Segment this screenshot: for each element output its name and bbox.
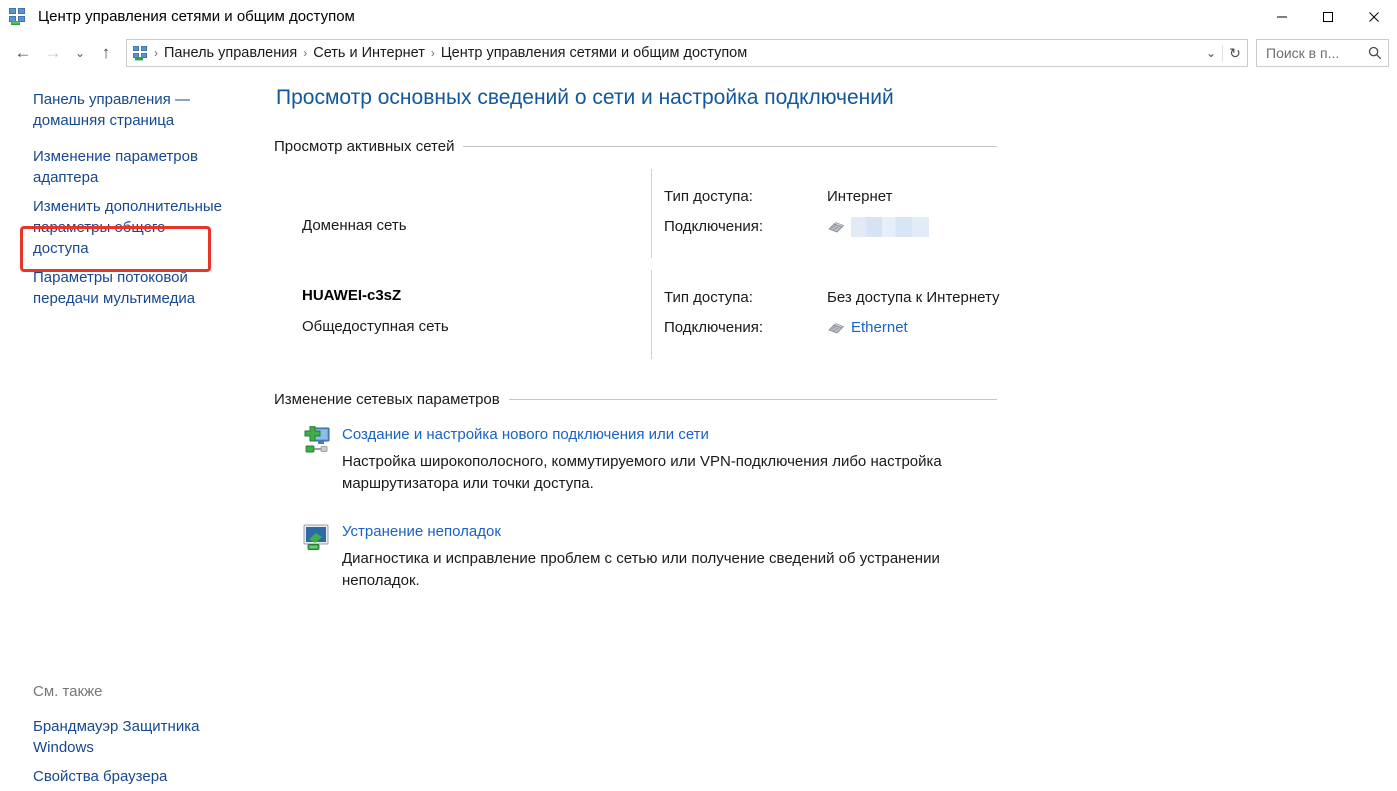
troubleshoot-description: Диагностика и исправление проблем с сеть… <box>342 548 1002 592</box>
network-sharing-icon <box>7 6 29 28</box>
sidebar: Панель управления — домашняя страница Из… <box>0 73 274 726</box>
see-also-section: См. также Брандмауэр Защитника Windows С… <box>33 681 243 791</box>
new-connection-link[interactable]: Создание и настройка нового подключения … <box>342 426 709 443</box>
search-icon <box>1362 46 1388 60</box>
content-area: Панель управления — домашняя страница Из… <box>0 73 1397 726</box>
breadcrumb[interactable]: › Панель управления › Сеть и Интернет › … <box>126 39 1248 67</box>
address-bar: ← → ⌄ ↑ › Панель управления › Сеть и Инт… <box>0 33 1397 73</box>
title-bar: Центр управления сетями и общим доступом <box>0 0 1397 33</box>
network-name-redacted <box>302 185 651 205</box>
network-row: HUAWEI-c3sZ Общедоступная сеть Тип досту… <box>274 266 1397 367</box>
ethernet-icon <box>827 321 845 335</box>
connections-row: Подключения: <box>664 215 1397 239</box>
window-controls <box>1259 0 1397 33</box>
breadcrumb-separator: › <box>428 46 438 60</box>
page-title: Просмотр основных сведений о сети и наст… <box>276 85 1397 111</box>
ethernet-icon <box>827 220 845 234</box>
up-button[interactable]: ↑ <box>92 36 120 70</box>
breadcrumb-item-control-panel[interactable]: Панель управления <box>161 45 300 61</box>
sidebar-item-internet-options[interactable]: Свойства браузера <box>33 762 243 791</box>
settings-item-text: Устранение неполадок Диагностика и испра… <box>342 521 1002 592</box>
access-type-row: Тип доступа: Без доступа к Интернету <box>664 286 1397 310</box>
network-name: HUAWEI-c3sZ <box>302 286 651 306</box>
sidebar-item-windows-defender-firewall[interactable]: Брандмауэр Защитника Windows <box>33 712 243 762</box>
troubleshoot-link[interactable]: Устранение неполадок <box>342 523 501 540</box>
see-also-label: См. также <box>33 681 243 712</box>
search-input[interactable] <box>1257 44 1362 62</box>
settings-item-troubleshoot[interactable]: Устранение неполадок Диагностика и испра… <box>274 521 1397 592</box>
refresh-icon[interactable]: ↻ <box>1222 45 1247 62</box>
connections-value: Ethernet <box>827 317 908 339</box>
access-type-label: Тип доступа: <box>664 186 827 208</box>
close-button[interactable] <box>1351 0 1397 33</box>
new-connection-icon <box>300 425 332 457</box>
breadcrumb-separator: › <box>300 46 310 60</box>
settings-item-new-connection[interactable]: Создание и настройка нового подключения … <box>274 424 1397 495</box>
window-title: Центр управления сетями и общим доступом <box>38 8 355 25</box>
recent-locations-button[interactable]: ⌄ <box>68 36 92 70</box>
connections-row: Подключения: Ethernet <box>664 316 1397 340</box>
access-type-label: Тип доступа: <box>664 287 827 309</box>
active-networks-header: Просмотр активных сетей <box>274 138 997 155</box>
new-connection-description: Настройка широкополосного, коммутируемог… <box>342 451 1002 495</box>
breadcrumb-item-network-sharing-center[interactable]: Центр управления сетями и общим доступом <box>438 45 750 61</box>
access-type-value: Интернет <box>827 186 892 208</box>
change-settings-label: Изменение сетевых параметров <box>274 391 509 408</box>
back-button[interactable]: ← <box>8 36 38 70</box>
section-divider <box>509 399 997 400</box>
access-type-value: Без доступа к Интернету <box>827 287 1000 309</box>
settings-item-text: Создание и настройка нового подключения … <box>342 424 1002 495</box>
breadcrumb-item-network-internet[interactable]: Сеть и Интернет <box>310 45 428 61</box>
breadcrumb-network-icon <box>132 45 149 62</box>
connection-link-ethernet[interactable]: Ethernet <box>851 317 908 339</box>
network-row: Доменная сеть Тип доступа: Интернет Подк… <box>274 165 1397 266</box>
section-divider <box>463 146 997 147</box>
connections-label: Подключения: <box>664 317 827 339</box>
search-box[interactable] <box>1256 39 1389 67</box>
network-category: Общедоступная сеть <box>302 316 651 338</box>
sidebar-item-change-advanced-sharing[interactable]: Изменить дополнительные параметры общего… <box>0 192 235 263</box>
connections-label: Подключения: <box>664 216 827 238</box>
breadcrumb-actions: ⌄ ↻ <box>1200 40 1247 66</box>
connections-value <box>827 217 929 237</box>
sidebar-item-change-adapter-settings[interactable]: Изменение параметров адаптера <box>0 142 235 192</box>
maximize-button[interactable] <box>1305 0 1351 33</box>
active-networks-label: Просмотр активных сетей <box>274 138 463 155</box>
network-category: Доменная сеть <box>302 215 651 237</box>
network-details: Тип доступа: Без доступа к Интернету Под… <box>652 266 1397 367</box>
sidebar-item-control-panel-home[interactable]: Панель управления — домашняя страница <box>0 85 235 135</box>
sidebar-spacer <box>0 135 274 142</box>
change-settings-header: Изменение сетевых параметров <box>274 391 997 408</box>
access-type-row: Тип доступа: Интернет <box>664 185 1397 209</box>
network-details: Тип доступа: Интернет Подключения: <box>652 165 1397 266</box>
network-identity: Доменная сеть <box>274 165 651 266</box>
minimize-button[interactable] <box>1259 0 1305 33</box>
sidebar-item-media-streaming-options[interactable]: Параметры потоковой передачи мультимедиа <box>0 263 235 313</box>
main-pane: Просмотр основных сведений о сети и наст… <box>274 73 1397 726</box>
chevron-down-icon[interactable]: ⌄ <box>1200 46 1222 60</box>
network-identity: HUAWEI-c3sZ Общедоступная сеть <box>274 266 651 367</box>
redaction-block <box>851 217 929 237</box>
breadcrumb-separator: › <box>151 46 161 60</box>
forward-button[interactable]: → <box>38 36 68 70</box>
troubleshoot-icon <box>300 522 332 554</box>
